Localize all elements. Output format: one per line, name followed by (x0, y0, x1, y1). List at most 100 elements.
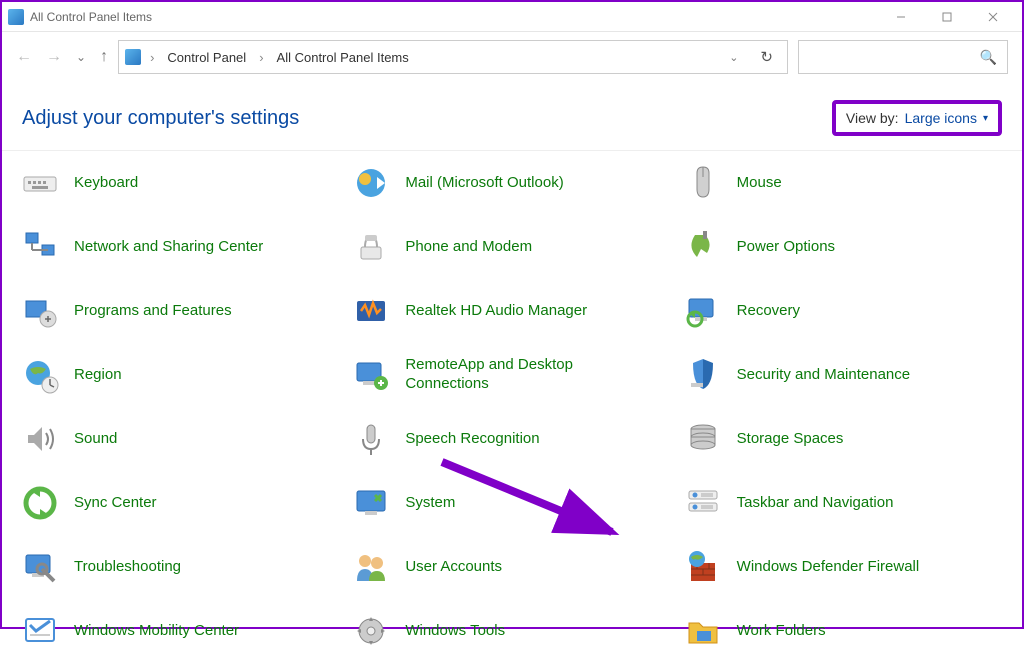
items-grid: Keyboard Mail (Microsoft Outlook) Mouse Net… (2, 151, 1022, 663)
mouse-icon (683, 163, 723, 203)
content-header: Adjust your computer's settings View by:… (2, 82, 1022, 150)
up-button[interactable]: ↑ (100, 48, 108, 66)
item-phone[interactable]: Phone and Modem (351, 225, 672, 269)
item-label: Speech Recognition (405, 430, 539, 449)
phone-icon (351, 227, 391, 267)
refresh-button[interactable]: ↻ (752, 48, 781, 66)
search-icon: 🔍 (980, 49, 997, 66)
power-icon (683, 227, 723, 267)
item-label: Troubleshooting (74, 558, 181, 577)
item-label: Keyboard (74, 174, 138, 193)
address-icon (125, 49, 141, 65)
item-label: Network and Sharing Center (74, 238, 263, 257)
close-button[interactable] (970, 2, 1016, 32)
view-by-label: View by: (846, 110, 899, 126)
item-tools[interactable]: Windows Tools (351, 609, 672, 653)
item-label: Work Folders (737, 622, 826, 641)
item-storage[interactable]: Storage Spaces (683, 417, 1004, 461)
item-label: Programs and Features (74, 302, 232, 321)
system-icon (351, 483, 391, 523)
window-controls (878, 2, 1016, 32)
firewall-icon (683, 547, 723, 587)
item-speech[interactable]: Speech Recognition (351, 417, 672, 461)
item-label: Windows Defender Firewall (737, 558, 920, 577)
item-label: Phone and Modem (405, 238, 532, 257)
item-label: Windows Mobility Center (74, 622, 239, 641)
item-system[interactable]: System (351, 481, 672, 525)
recent-locations-button[interactable]: ⌄ (76, 50, 86, 64)
item-troubleshoot[interactable]: Troubleshooting (20, 545, 341, 589)
chevron-right-icon[interactable]: › (147, 50, 157, 65)
security-icon (683, 355, 723, 395)
workfolders-icon (683, 611, 723, 651)
keyboard-icon (20, 163, 60, 203)
speech-icon (351, 419, 391, 459)
back-button[interactable]: ← (16, 48, 32, 66)
breadcrumb-root[interactable]: Control Panel (163, 50, 250, 65)
address-bar[interactable]: › Control Panel › All Control Panel Item… (118, 40, 788, 74)
item-region[interactable]: Region (20, 353, 341, 397)
breadcrumb-current[interactable]: All Control Panel Items (273, 50, 413, 65)
item-remoteapp[interactable]: RemoteApp and Desktop Connections (351, 353, 672, 397)
item-firewall[interactable]: Windows Defender Firewall (683, 545, 1004, 589)
region-icon (20, 355, 60, 395)
recovery-icon (683, 291, 723, 331)
users-icon (351, 547, 391, 587)
item-label: Storage Spaces (737, 430, 844, 449)
mobility-icon (20, 611, 60, 651)
item-label: User Accounts (405, 558, 502, 577)
maximize-button[interactable] (924, 2, 970, 32)
item-mobility[interactable]: Windows Mobility Center (20, 609, 341, 653)
remoteapp-icon (351, 355, 391, 395)
item-programs[interactable]: Programs and Features (20, 289, 341, 333)
item-recovery[interactable]: Recovery (683, 289, 1004, 333)
forward-button[interactable]: → (46, 48, 62, 66)
address-dropdown[interactable]: ⌄ (721, 51, 746, 64)
item-label: Windows Tools (405, 622, 505, 641)
control-panel-icon (8, 9, 24, 25)
item-taskbar[interactable]: Taskbar and Navigation (683, 481, 1004, 525)
item-mail[interactable]: Mail (Microsoft Outlook) (351, 161, 672, 205)
titlebar: All Control Panel Items (2, 2, 1022, 32)
item-label: Power Options (737, 238, 835, 257)
realtek-icon (351, 291, 391, 331)
programs-icon (20, 291, 60, 331)
mail-icon (351, 163, 391, 203)
item-label: Region (74, 366, 122, 385)
item-label: Recovery (737, 302, 800, 321)
item-realtek[interactable]: Realtek HD Audio Manager (351, 289, 672, 333)
item-security[interactable]: Security and Maintenance (683, 353, 1004, 397)
item-sound[interactable]: Sound (20, 417, 341, 461)
chevron-down-icon: ▾ (983, 113, 988, 124)
window-title: All Control Panel Items (30, 10, 878, 24)
view-by-selector[interactable]: View by: Large icons ▾ (832, 100, 1002, 136)
tools-icon (351, 611, 391, 651)
item-label: Taskbar and Navigation (737, 494, 894, 513)
item-power[interactable]: Power Options (683, 225, 1004, 269)
minimize-button[interactable] (878, 2, 924, 32)
item-network[interactable]: Network and Sharing Center (20, 225, 341, 269)
item-users[interactable]: User Accounts (351, 545, 672, 589)
item-keyboard[interactable]: Keyboard (20, 161, 341, 205)
item-label: Mouse (737, 174, 782, 193)
item-sync[interactable]: Sync Center (20, 481, 341, 525)
item-label: Mail (Microsoft Outlook) (405, 174, 563, 193)
page-title: Adjust your computer's settings (22, 107, 299, 130)
item-mouse[interactable]: Mouse (683, 161, 1004, 205)
item-label: System (405, 494, 455, 513)
item-label: RemoteApp and Desktop Connections (405, 356, 635, 394)
item-workfolders[interactable]: Work Folders (683, 609, 1004, 653)
taskbar-icon (683, 483, 723, 523)
item-label: Sound (74, 430, 117, 449)
troubleshoot-icon (20, 547, 60, 587)
chevron-right-icon[interactable]: › (256, 50, 266, 65)
network-icon (20, 227, 60, 267)
item-label: Sync Center (74, 494, 157, 513)
item-label: Security and Maintenance (737, 366, 910, 385)
toolbar: ← → ⌄ ↑ › Control Panel › All Control Pa… (2, 32, 1022, 82)
view-by-value[interactable]: Large icons (905, 110, 977, 126)
storage-icon (683, 419, 723, 459)
nav-arrows: ← → ⌄ ↑ (16, 48, 108, 66)
sync-icon (20, 483, 60, 523)
search-input[interactable]: 🔍 (798, 40, 1008, 74)
